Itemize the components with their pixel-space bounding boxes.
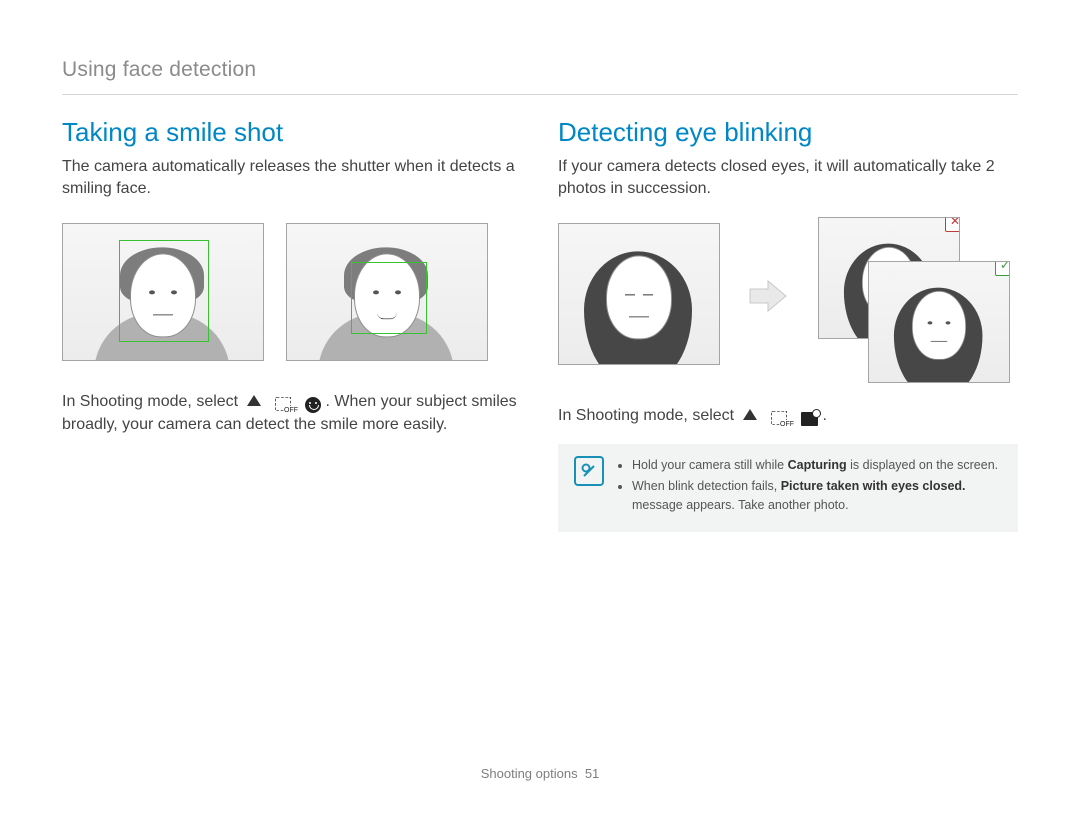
- left-column: Taking a smile shot The camera automatic…: [62, 117, 522, 532]
- smile-shot-heading: Taking a smile shot: [62, 117, 522, 148]
- right-column: Detecting eye blinking If your camera de…: [558, 117, 1018, 532]
- up-arrow-icon: [247, 395, 261, 406]
- divider: [62, 94, 1018, 95]
- blink-mode-icon: [801, 412, 818, 426]
- check-icon: ✓: [995, 261, 1010, 276]
- note-list: Hold your camera still while Capturing i…: [618, 456, 1002, 518]
- smile-detect-box: [351, 262, 427, 334]
- face-off-icon: OFF: [273, 395, 293, 413]
- footer-page-number: 51: [585, 766, 599, 781]
- instruction-text: In Shooting mode, select: [558, 407, 734, 424]
- face-off-icon: OFF: [769, 409, 789, 427]
- page-footer: Shooting options 51: [0, 766, 1080, 781]
- thumbnail-eyes-closed-source: [558, 223, 720, 365]
- thumbnail-blink-result-2: ✓: [868, 261, 1010, 383]
- note-item: Hold your camera still while Capturing i…: [632, 456, 1002, 475]
- smile-shot-intro: The camera automatically releases the sh…: [62, 156, 522, 199]
- smile-instruction: In Shooting mode, select OFF . When your…: [62, 391, 522, 436]
- info-icon: [574, 456, 604, 486]
- manual-page: Using face detection Taking a smile shot…: [0, 0, 1080, 815]
- blink-thumbnails: ✕ ✓: [558, 217, 1018, 387]
- blink-heading: Detecting eye blinking: [558, 117, 1018, 148]
- thumbnail-neutral-face: [62, 223, 264, 361]
- cross-icon: ✕: [945, 217, 960, 232]
- instruction-period: .: [822, 407, 826, 424]
- two-column-layout: Taking a smile shot The camera automatic…: [62, 117, 1018, 532]
- footer-section: Shooting options: [481, 766, 578, 781]
- up-arrow-icon: [743, 409, 757, 420]
- note-box: Hold your camera still while Capturing i…: [558, 444, 1018, 532]
- note-item: When blink detection fails, Picture take…: [632, 477, 1002, 516]
- instruction-text: In Shooting mode, select: [62, 393, 238, 410]
- smile-thumbnails: [62, 217, 522, 367]
- thumbnail-smiling-face: [286, 223, 488, 361]
- arrow-right-icon: [748, 279, 788, 313]
- face-detect-box: [119, 240, 209, 342]
- blink-instruction: In Shooting mode, select OFF .: [558, 405, 1018, 427]
- breadcrumb: Using face detection: [62, 58, 1018, 82]
- blink-intro: If your camera detects closed eyes, it w…: [558, 156, 1018, 199]
- smile-mode-icon: [305, 397, 321, 413]
